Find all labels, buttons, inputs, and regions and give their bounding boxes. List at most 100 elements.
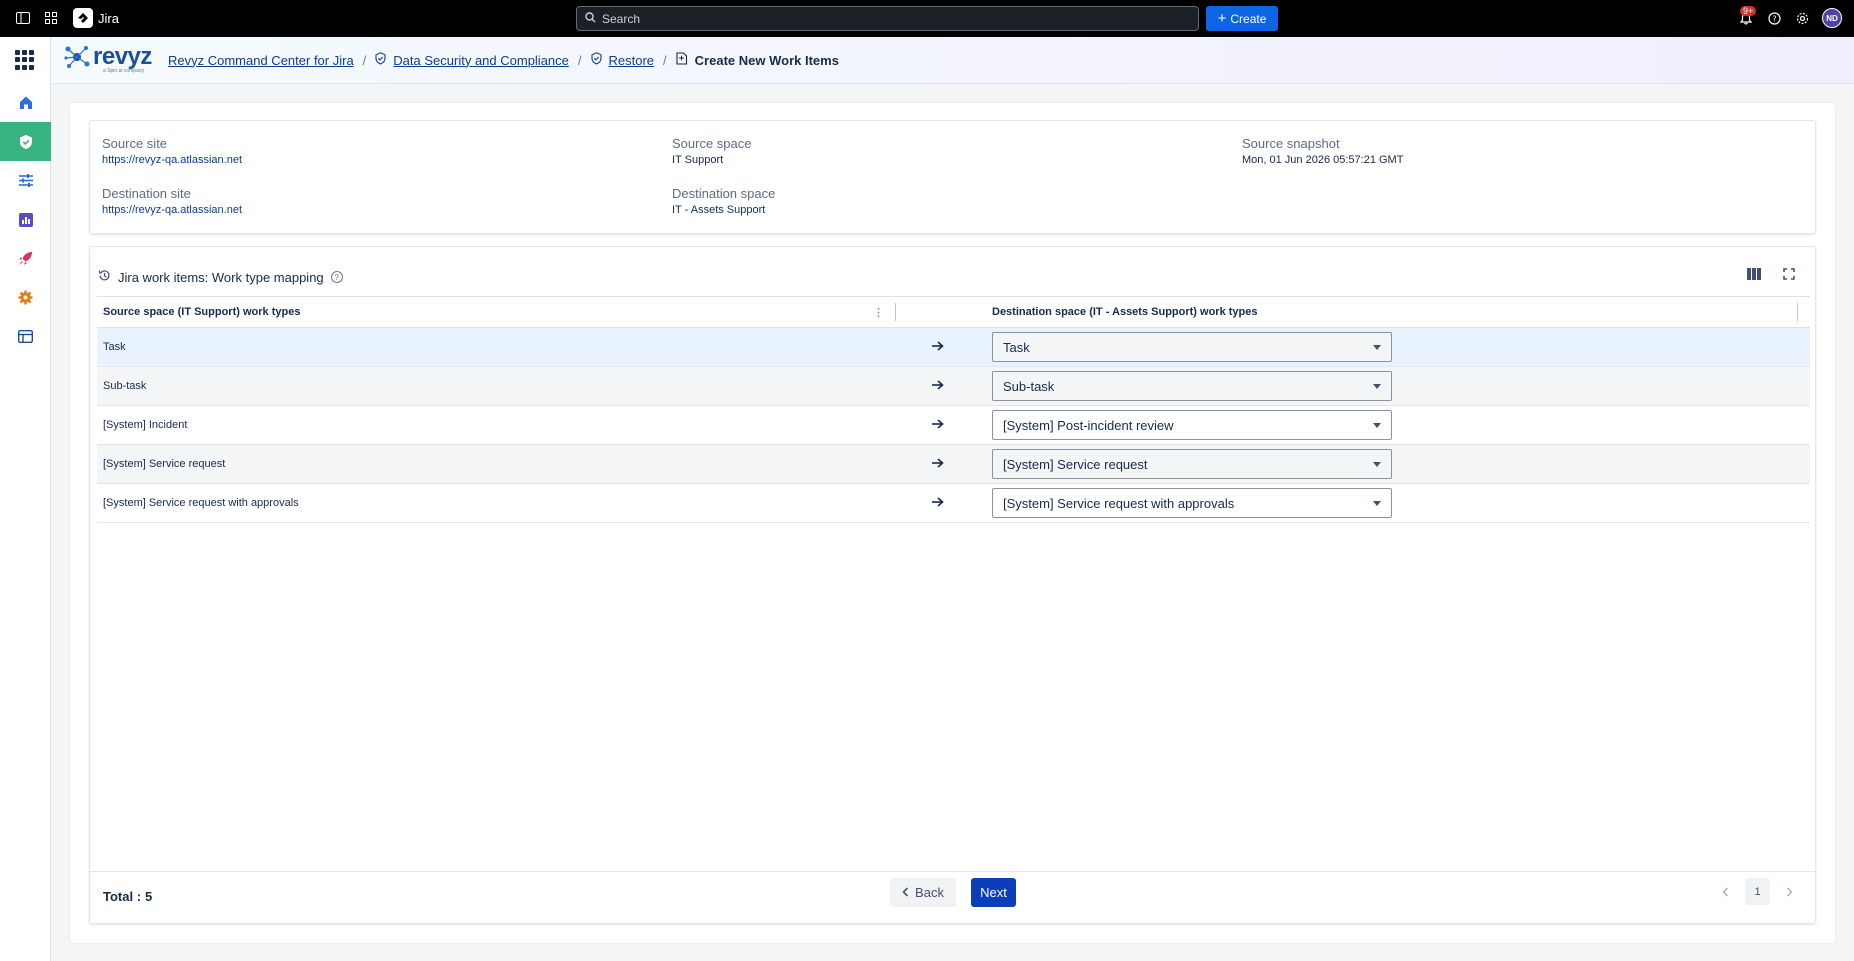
breadcrumb: Revyz Command Center for Jira / Data Sec… xyxy=(168,52,839,68)
home-icon[interactable] xyxy=(0,83,51,122)
source-work-type: [System] Service request xyxy=(97,444,896,484)
column-menu-icon[interactable]: ⋮ xyxy=(873,306,884,319)
logo-text: revyz xyxy=(93,43,152,70)
settings-cog-icon[interactable] xyxy=(0,278,51,317)
revyz-logo-icon xyxy=(63,43,91,71)
source-site-link[interactable]: https://revyz-qa.atlassian.net xyxy=(102,154,242,166)
destination-site-block: Destination site https://revyz-qa.atlass… xyxy=(102,186,242,216)
arrow-right-icon xyxy=(896,366,980,406)
source-snapshot-label: Source snapshot xyxy=(1242,136,1340,151)
table-row[interactable]: [System] Service request with approvals … xyxy=(97,483,1810,523)
rocket-icon[interactable] xyxy=(0,239,51,278)
table-row[interactable]: Sub-task Sub-task xyxy=(97,366,1810,406)
destination-work-type-select[interactable]: [System] Post-incident review xyxy=(992,410,1392,440)
create-button-label: Create xyxy=(1230,11,1267,26)
destination-work-type-select[interactable]: [System] Service request with approvals xyxy=(992,488,1392,518)
grid-title: Jira work items: Work type mapping ? xyxy=(98,269,343,285)
total-count: Total :5 xyxy=(103,889,152,904)
selected-work-type: Sub-task xyxy=(1003,378,1055,394)
apps-grid-icon[interactable] xyxy=(15,50,35,70)
next-button[interactable]: Next xyxy=(971,878,1016,907)
search-input[interactable] xyxy=(602,11,1162,26)
destination-cell: [System] Service request xyxy=(980,444,1810,484)
destination-work-type-select[interactable]: [System] Service request xyxy=(992,449,1392,479)
selected-work-type: Task xyxy=(1003,339,1030,355)
table-header-row: Source space (IT Support) work types ⋮ D… xyxy=(97,296,1810,328)
app-switcher-icon[interactable] xyxy=(43,10,59,26)
arrow-right-icon xyxy=(896,405,980,445)
destination-work-type-select[interactable]: Task xyxy=(992,332,1392,362)
source-space-block: Source space IT Support xyxy=(672,136,752,166)
document-add-icon xyxy=(676,52,688,68)
columns-icon[interactable] xyxy=(1747,267,1761,283)
next-page-icon[interactable] xyxy=(1786,884,1793,900)
total-value: 5 xyxy=(145,889,153,904)
breadcrumb-data-security[interactable]: Data Security and Compliance xyxy=(393,53,569,68)
grid-title-text: Jira work items: Work type mapping xyxy=(118,269,324,285)
sidebar-toggle-icon[interactable] xyxy=(15,10,31,26)
table-row[interactable]: [System] Incident [System] Post-incident… xyxy=(97,405,1810,445)
history-icon xyxy=(98,269,111,285)
source-column-header-label: Source space (IT Support) work types xyxy=(103,306,301,318)
arrow-column-header xyxy=(896,296,980,328)
destination-column-header[interactable]: Destination space (IT - Assets Support) … xyxy=(980,296,1810,328)
help-icon[interactable]: ? xyxy=(1766,10,1782,26)
search-icon xyxy=(585,11,596,26)
table-layout-icon[interactable] xyxy=(0,317,51,356)
back-button[interactable]: Back xyxy=(890,878,956,907)
destination-work-type-select[interactable]: Sub-task xyxy=(992,371,1392,401)
arrow-right-icon xyxy=(896,483,980,523)
settings-gear-icon[interactable] xyxy=(1794,10,1810,26)
destination-space-value: IT - Assets Support xyxy=(672,204,766,216)
caret-down-icon xyxy=(1373,422,1381,428)
source-work-type: [System] Incident xyxy=(97,405,896,445)
destination-cell: [System] Service request with approvals xyxy=(980,483,1810,523)
previous-page-icon[interactable] xyxy=(1722,884,1729,900)
caret-down-icon xyxy=(1373,344,1381,350)
destination-column-header-label: Destination space (IT - Assets Support) … xyxy=(992,306,1258,318)
fullscreen-icon[interactable] xyxy=(1783,267,1795,283)
caret-down-icon xyxy=(1373,500,1381,506)
destination-cell: [System] Post-incident review xyxy=(980,405,1810,445)
help-circle-icon[interactable]: ? xyxy=(330,271,343,283)
search-bar[interactable] xyxy=(576,6,1199,31)
total-label: Total : xyxy=(103,889,142,904)
app-name[interactable]: Jira xyxy=(98,11,119,26)
jira-logo-icon[interactable] xyxy=(73,8,93,28)
sliders-icon[interactable] xyxy=(0,161,51,200)
destination-cell: Task xyxy=(980,327,1810,367)
page-number-button[interactable]: 1 xyxy=(1745,878,1770,905)
breadcrumb-separator: / xyxy=(663,52,667,68)
source-column-header[interactable]: Source space (IT Support) work types ⋮ xyxy=(97,296,896,328)
selected-work-type: [System] Service request with approvals xyxy=(1003,495,1235,511)
arrow-right-icon xyxy=(896,327,980,367)
user-avatar[interactable]: ND xyxy=(1822,8,1842,28)
notifications-badge: 9+ xyxy=(1740,6,1757,16)
reports-chart-icon[interactable] xyxy=(0,200,51,239)
breadcrumb-restore[interactable]: Restore xyxy=(609,53,655,68)
back-button-label: Back xyxy=(915,885,944,900)
restore-info-panel: Source site https://revyz-qa.atlassian.n… xyxy=(89,120,1816,234)
destination-space-block: Destination space IT - Assets Support xyxy=(672,186,775,216)
source-work-type: Sub-task xyxy=(97,366,896,406)
destination-site-label: Destination site xyxy=(102,186,191,201)
grid-toolbar xyxy=(1747,267,1795,283)
breadcrumb-separator: / xyxy=(577,52,582,68)
plus-icon: + xyxy=(1217,10,1227,27)
table-row[interactable]: [System] Service request [System] Servic… xyxy=(97,444,1810,484)
chevron-left-icon xyxy=(902,885,909,900)
create-button[interactable]: + Create xyxy=(1206,6,1278,31)
selected-work-type: [System] Service request xyxy=(1003,456,1148,472)
source-snapshot-block: Source snapshot Mon, 01 Jun 2026 05:57:2… xyxy=(1242,136,1403,166)
source-space-value: IT Support xyxy=(672,154,724,166)
breadcrumb-separator: / xyxy=(362,52,367,68)
revyz-logo[interactable]: revyz xyxy=(63,43,152,71)
destination-site-link[interactable]: https://revyz-qa.atlassian.net xyxy=(102,204,242,216)
table-row[interactable]: Task Task xyxy=(97,327,1810,367)
source-snapshot-value: Mon, 01 Jun 2026 05:57:21 GMT xyxy=(1242,154,1404,166)
column-divider xyxy=(1797,303,1798,321)
security-shield-icon[interactable] xyxy=(0,122,51,161)
source-site-label: Source site xyxy=(102,136,168,151)
top-navigation-bar: Jira + Create 9+ ? ND xyxy=(0,0,1854,37)
breadcrumb-command-center[interactable]: Revyz Command Center for Jira xyxy=(168,53,354,68)
